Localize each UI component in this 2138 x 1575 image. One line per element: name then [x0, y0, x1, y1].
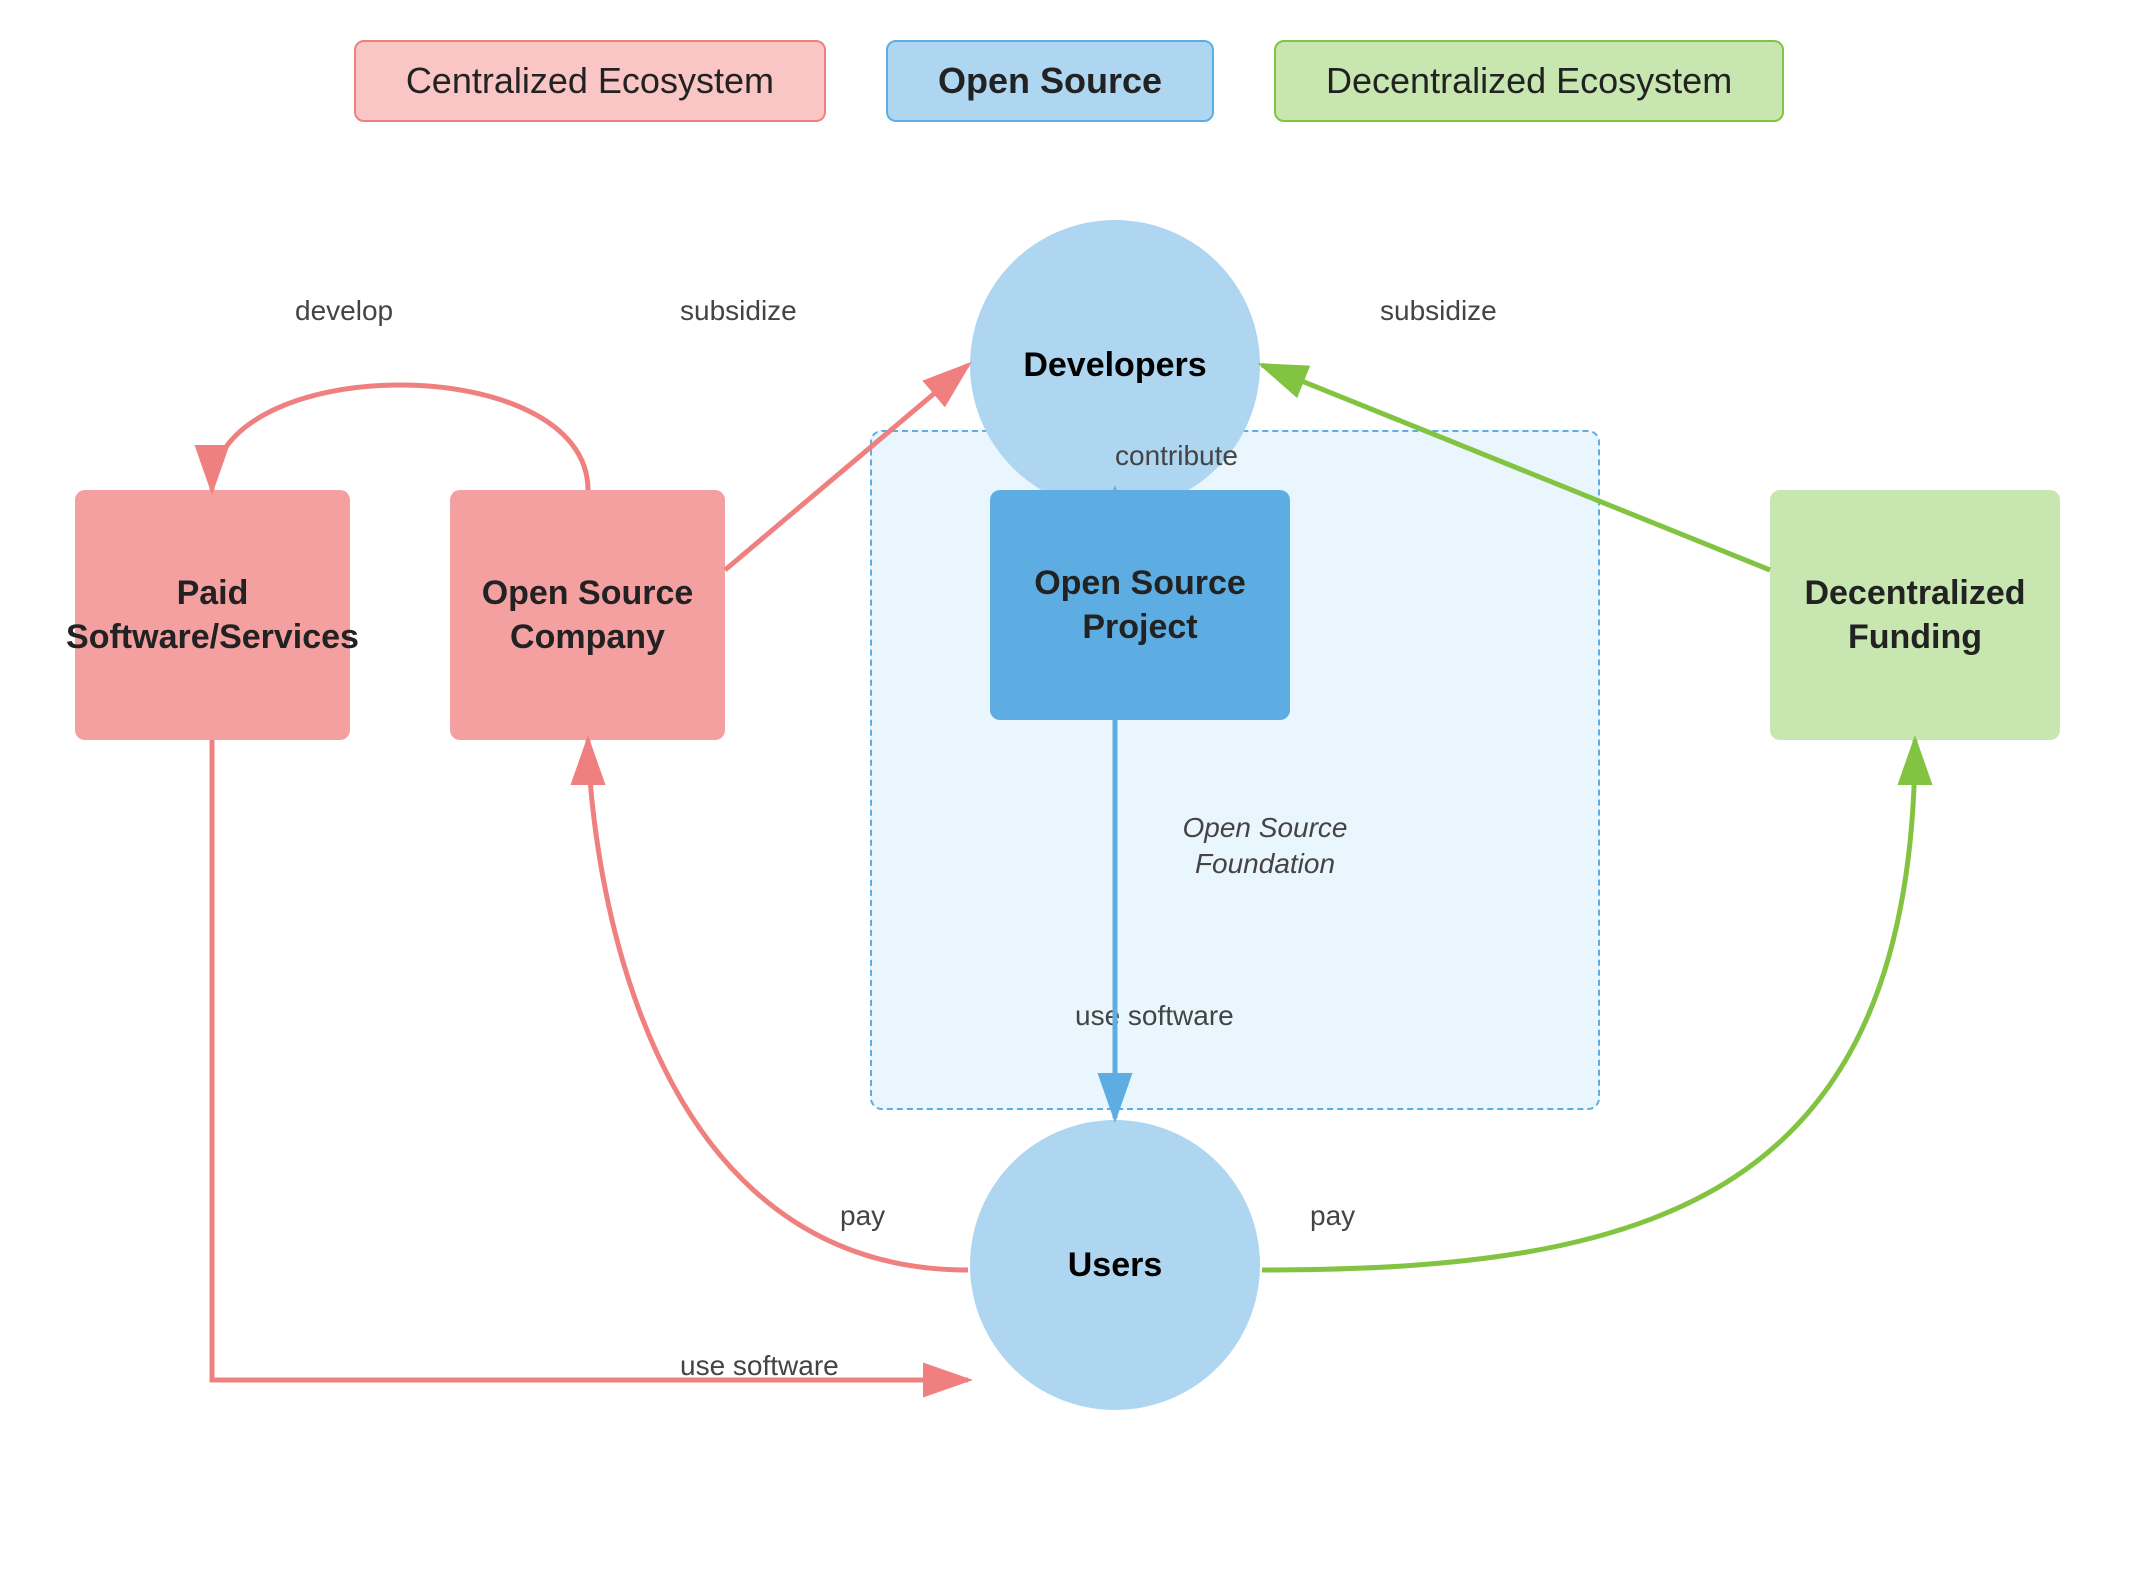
legend-opensource: Open Source — [886, 40, 1214, 122]
legend: Centralized Ecosystem Open Source Decent… — [0, 40, 2138, 122]
subsidize-right-label: subsidize — [1380, 295, 1497, 327]
pay-right-label: pay — [1310, 1200, 1355, 1232]
subsidize-left-label: subsidize — [680, 295, 797, 327]
open-source-company-node: Open Source Company — [450, 490, 725, 740]
contribute-label: contribute — [1115, 440, 1238, 472]
use-software-top-label: use software — [1075, 1000, 1234, 1032]
legend-decentralized: Decentralized Ecosystem — [1274, 40, 1784, 122]
open-source-project-node: Open Source Project — [990, 490, 1290, 720]
legend-centralized: Centralized Ecosystem — [354, 40, 826, 122]
pay-left-label: pay — [840, 1200, 885, 1232]
paid-software-node: Paid Software/Services — [75, 490, 350, 740]
decentralized-funding-node: Decentralized Funding — [1770, 490, 2060, 740]
develop-label: develop — [295, 295, 393, 327]
open-source-foundation-label: Open Source Foundation — [1140, 810, 1390, 883]
users-node: Users — [970, 1120, 1260, 1410]
diagram-container: Centralized Ecosystem Open Source Decent… — [0, 0, 2138, 1575]
use-software-bottom-label: use software — [680, 1350, 839, 1382]
